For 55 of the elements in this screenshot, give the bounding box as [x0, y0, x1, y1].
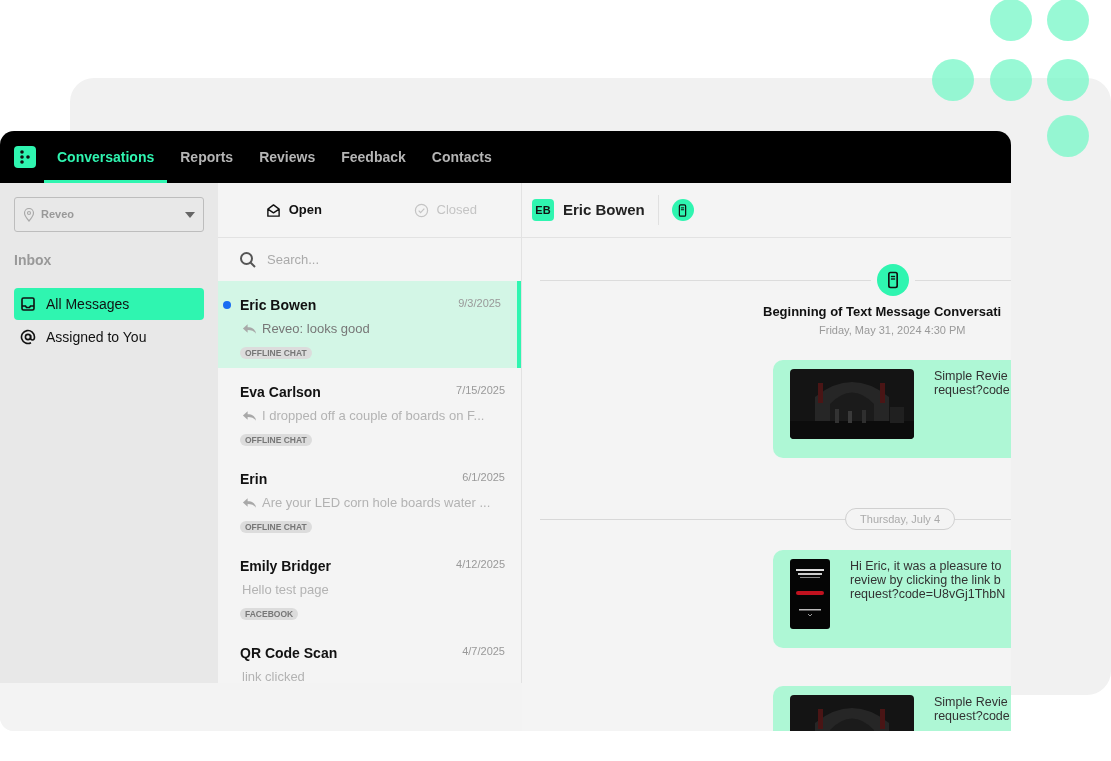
inbox-icon [20, 296, 36, 312]
channel-tag: OFFLINE CHAT [240, 346, 312, 359]
contact-name: Eric Bowen [240, 296, 317, 315]
inbox-heading: Inbox [14, 251, 53, 270]
conversation-date: 4/7/2025 [462, 644, 505, 659]
contact-name: QR Code Scan [240, 644, 338, 663]
at-sign-icon [20, 329, 36, 345]
search-field[interactable]: Search... [267, 249, 487, 270]
message-preview: Reveo: looks good [262, 320, 370, 338]
conversation-date: 6/1/2025 [462, 470, 505, 485]
channel-tag: OFFLINE CHAT [240, 520, 312, 533]
message-text: Hi Eric, it was a pleasure to [850, 559, 1003, 573]
channel-tag: OFFLINE CHAT [240, 433, 312, 446]
conversation-row[interactable]: QR Code Scan 4/7/2025 link clicked [218, 629, 521, 683]
contact-name: Erin [240, 470, 268, 489]
nav-tab[interactable]: Reports [167, 131, 247, 183]
sms-channel-icon[interactable] [671, 199, 694, 221]
reply-icon [242, 496, 257, 509]
message-preview: link clicked [242, 668, 305, 683]
conversation-row[interactable]: Eric Bowen 9/3/2025 Reveo: looks good OFFLINE CHAT [218, 281, 521, 368]
nav-tab[interactable]: Reviews [246, 131, 329, 183]
nav-tab[interactable]: Feedback [328, 131, 419, 183]
conversation-start-time: Friday, May 31, 2024 4:30 PM [819, 322, 966, 338]
sidebar-item[interactable]: Assigned to You [14, 321, 204, 353]
envelope-icon [265, 202, 281, 218]
message-text: Simple Revie [934, 695, 1009, 709]
conversation-start-title: Beginning of Text Message Conversati [763, 303, 1002, 321]
date-divider-label: Thursday, July 4 [845, 508, 955, 530]
sidebar-item[interactable]: All Messages [14, 288, 204, 320]
logo-icon [14, 146, 36, 168]
message-text: request?code [934, 709, 1010, 723]
message-text: request?code [934, 383, 1010, 397]
caret-icon [185, 211, 195, 218]
reply-icon [242, 322, 257, 335]
message-text: review by clicking the link b [850, 573, 1002, 587]
message-text: Simple Revie [934, 369, 1009, 383]
search-icon [239, 250, 257, 269]
nav-tab[interactable]: Contacts [418, 131, 505, 183]
conversation-date: 4/12/2025 [456, 557, 505, 572]
conversation-row[interactable]: Emily Bridger 4/12/2025 Hello test page FACEBOOK [218, 542, 521, 629]
message-preview: Hello test page [242, 581, 329, 599]
check-circle-icon [413, 202, 429, 218]
status-tab[interactable]: Open [218, 183, 370, 237]
message-text: request?code=U8vGj1ThbN [850, 587, 1006, 601]
conversation-date: 7/15/2025 [456, 383, 505, 398]
contact-name: Eva Carlson [240, 383, 321, 402]
conversation-date: 9/3/2025 [458, 296, 501, 311]
map-pin-icon [23, 207, 35, 222]
contact-name: Emily Bridger [240, 557, 332, 576]
reply-icon [242, 409, 257, 422]
contact-title: Eric Bowen [563, 199, 645, 220]
conversation-row[interactable]: Erin 6/1/2025 Are your LED corn hole boards water ... OFFLINE CHAT [218, 455, 521, 542]
contact-avatar: EB [532, 199, 554, 221]
channel-tag: FACEBOOK [240, 607, 299, 620]
message-preview: Are your LED corn hole boards water ... [262, 494, 491, 512]
